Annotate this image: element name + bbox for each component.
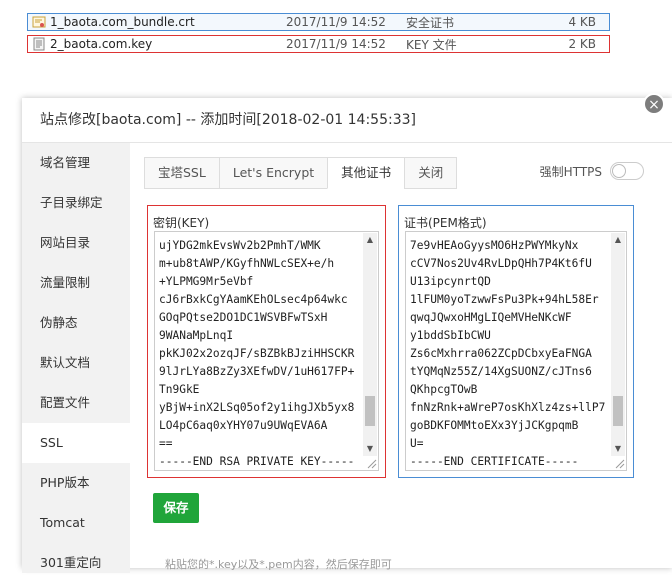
text-line: cCV7Nos2Uv4RvLDpQHh7P4Kt6fU — [410, 257, 592, 270]
cert-label: 证书(PEM格式) — [404, 216, 487, 230]
force-https-toggle[interactable] — [610, 162, 644, 180]
file-size: 2 KB — [568, 37, 596, 51]
cert-text: 7e9vHEAoGyysMO6HzPWYMkyNx cCV7Nos2Uv4RvLD… — [410, 237, 606, 470]
key-text: ujYDG2mkEvsWv2b2PmhT/WMK m+ub8tAWP/KGyfhN… — [159, 237, 358, 470]
hint-text: 粘贴您的*.key以及*.pem内容，然后保存即可 — [165, 558, 392, 571]
file-date: 2017/11/9 14:52 — [286, 37, 386, 51]
sidebar-item-rewrite[interactable]: 伪静态 — [22, 303, 130, 343]
file-name: 2_baota.com.key — [50, 37, 153, 51]
text-line: +YLPMG9Mr5eVbf — [159, 275, 254, 288]
text-line: fnNzRnk+aWreP7osKhXlz4zs+llP7 — [410, 401, 606, 414]
sidebar-item-subdir[interactable]: 子目录绑定 — [22, 183, 130, 223]
force-https: 强制HTTPS — [540, 162, 644, 180]
text-line: Tn9GkE — [159, 383, 200, 396]
sidebar-item-php[interactable]: PHP版本 — [22, 463, 130, 503]
text-line: cJ6rBxkCgYAamKEhOLsec4p64wkc — [159, 293, 348, 306]
text-line: QKhpcgTOwB — [410, 383, 478, 396]
text-line: goBDKFOMMtoEXx3YjJCKgpqmB — [410, 419, 579, 432]
text-line: Zs6cMxhrra062ZCpDCbxyEaFNGA — [410, 347, 592, 360]
scroll-thumb[interactable] — [365, 395, 375, 426]
file-row-crt[interactable]: 1_baota.com_bundle.crt 2017/11/9 14:52 安… — [27, 13, 610, 31]
text-line: qwqJQwxoHMgLIQeMVHeNKcWF — [410, 311, 572, 324]
file-date: 2017/11/9 14:52 — [286, 15, 386, 29]
sidebar: 域名管理 子目录绑定 网站目录 流量限制 伪静态 默认文档 配置文件 SSL P… — [22, 143, 130, 573]
scroll-down-icon[interactable]: ▼ — [363, 442, 377, 456]
text-line: U= — [410, 437, 424, 450]
cert-scrollbar[interactable]: ▲ ▼ — [611, 233, 625, 456]
file-name: 1_baota.com_bundle.crt — [50, 15, 195, 29]
text-line: GOqPQtse2DO1DC1WSVBFwTSxH — [159, 311, 328, 324]
resize-grip-icon[interactable] — [365, 457, 377, 469]
text-line: -----END RSA PRIVATE KEY----- — [159, 455, 355, 468]
scroll-up-icon[interactable]: ▲ — [611, 233, 625, 247]
text-line: pkKJ02x2ozqJF/sBZBkBJziHHSCKR — [159, 347, 355, 360]
key-label: 密钥(KEY) — [153, 216, 210, 230]
scroll-thumb[interactable] — [613, 395, 623, 426]
force-https-label: 强制HTTPS — [539, 164, 602, 179]
text-line: 7e9vHEAoGyysMO6HzPWYMkyNx — [410, 239, 579, 252]
text-line: 9WANaMpLnqI — [159, 329, 234, 342]
text-line: ujYDG2mkEvsWv2b2PmhT/WMK — [159, 239, 321, 252]
text-line: 1lFUM0yoTzwwFsPu3Pk+94hL58Er — [410, 293, 599, 306]
file-type: KEY 文件 — [406, 37, 457, 52]
text-line: U13ipcynrtQD — [410, 275, 491, 288]
key-pane: 密钥(KEY) ujYDG2mkEvsWv2b2PmhT/WMK m+ub8tAW… — [147, 205, 386, 478]
file-type: 安全证书 — [406, 15, 455, 30]
ssl-tabs: 宝塔SSL Let's Encrypt 其他证书 关闭 — [144, 157, 458, 189]
certificate-file-icon — [32, 15, 46, 29]
tab-close[interactable]: 关闭 — [404, 157, 458, 189]
sidebar-item-config[interactable]: 配置文件 — [22, 383, 130, 423]
text-line: -----END CERTIFICATE----- — [410, 455, 579, 468]
key-file-icon — [32, 37, 46, 51]
file-row-key[interactable]: 2_baota.com.key 2017/11/9 14:52 KEY 文件 2… — [27, 35, 610, 53]
sidebar-item-domain[interactable]: 域名管理 — [22, 143, 130, 183]
text-line: == — [159, 437, 173, 450]
scroll-up-icon[interactable]: ▲ — [363, 233, 377, 247]
sidebar-item-default-doc[interactable]: 默认文档 — [22, 343, 130, 383]
sidebar-item-traffic[interactable]: 流量限制 — [22, 263, 130, 303]
site-edit-dialog: 站点修改[baota.com] -- 添加时间[2018-02-01 14:55… — [22, 98, 672, 573]
text-line: tYQMqNz55Z/14XgSUONZ/cJTns6 — [410, 365, 592, 378]
text-line: 9lJrLYa8BzZy3XEfwDV/1uH617FP+ — [159, 365, 355, 378]
save-button[interactable]: 保存 — [153, 493, 199, 523]
cert-pane: 证书(PEM格式) 7e9vHEAoGyysMO6HzPWYMkyNx cCV7N… — [398, 205, 634, 478]
resize-grip-icon[interactable] — [613, 457, 625, 469]
key-textarea[interactable]: ujYDG2mkEvsWv2b2PmhT/WMK m+ub8tAWP/KGyfhN… — [154, 231, 379, 471]
tab-baota-ssl[interactable]: 宝塔SSL — [144, 157, 219, 189]
scroll-down-icon[interactable]: ▼ — [611, 442, 625, 456]
text-line: LO4pC6aq0xYHY07u9UWqEVA6A — [159, 419, 328, 432]
cert-textarea[interactable]: 7e9vHEAoGyysMO6HzPWYMkyNx cCV7Nos2Uv4RvLD… — [405, 231, 627, 471]
text-line: m+ub8tAWP/KGyfhNWLcSEX+e/h — [159, 257, 335, 270]
text-line: yBjW+inX2LSq05of2y1ihgJXb5yx8 — [159, 401, 355, 414]
dialog-title: 站点修改[baota.com] -- 添加时间[2018-02-01 14:55… — [22, 98, 672, 143]
tab-lets-encrypt[interactable]: Let's Encrypt — [218, 157, 328, 189]
file-size: 4 KB — [568, 15, 596, 29]
tab-other-cert[interactable]: 其他证书 — [327, 157, 405, 189]
ssl-panel: 宝塔SSL Let's Encrypt 其他证书 关闭 强制HTTPS 密钥(K… — [130, 143, 672, 571]
sidebar-item-site-dir[interactable]: 网站目录 — [22, 223, 130, 263]
sidebar-item-redirect[interactable]: 301重定向 — [22, 543, 130, 583]
sidebar-item-ssl[interactable]: SSL — [22, 423, 130, 463]
close-icon[interactable]: × — [643, 93, 665, 115]
sidebar-item-tomcat[interactable]: Tomcat — [22, 503, 130, 543]
text-line: y1bddSbIbCWU — [410, 329, 491, 342]
key-scrollbar[interactable]: ▲ ▼ — [363, 233, 377, 456]
